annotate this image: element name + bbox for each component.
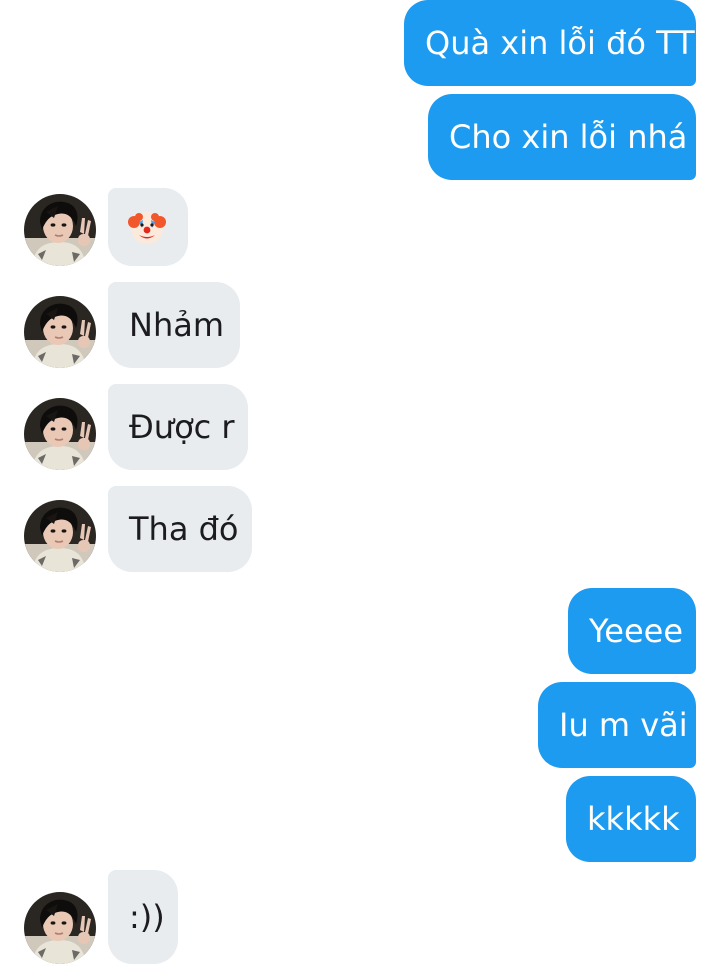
message-text: Nhảm — [129, 306, 224, 344]
message-bubble-incoming[interactable]: Tha đó — [108, 486, 252, 572]
contact-avatar[interactable] — [24, 500, 96, 572]
message-bubble-incoming[interactable]: Nhảm — [108, 282, 240, 368]
message-bubble-incoming[interactable]: Được r — [108, 384, 248, 470]
message-bubble-incoming[interactable] — [108, 188, 188, 266]
message-bubble-outgoing[interactable]: Yeeee — [568, 588, 696, 674]
message-bubble-outgoing[interactable]: Quà xin lỗi đó TT — [404, 0, 696, 86]
message-text: kkkkk — [587, 800, 680, 838]
message-bubble-outgoing[interactable]: Iu m vãi — [538, 682, 696, 768]
contact-avatar[interactable] — [24, 892, 96, 964]
message-text: Yeeee — [589, 612, 684, 650]
message-text: Iu m vãi — [559, 706, 688, 744]
message-bubble-incoming[interactable]: :)) — [108, 870, 178, 964]
message-text: Được r — [129, 408, 235, 446]
message-text: Quà xin lỗi đó TT — [425, 24, 695, 62]
message-text: Tha đó — [129, 510, 239, 548]
message-text: :)) — [129, 898, 165, 936]
contact-avatar[interactable] — [24, 296, 96, 368]
contact-avatar[interactable] — [24, 398, 96, 470]
message-thread: Quà xin lỗi đó TT Cho xin lỗi nhá Nhảm Đ… — [0, 0, 720, 973]
clown-face-emoji — [128, 208, 166, 246]
message-bubble-outgoing[interactable]: Cho xin lỗi nhá — [428, 94, 696, 180]
message-text: Cho xin lỗi nhá — [449, 118, 688, 156]
message-bubble-outgoing[interactable]: kkkkk — [566, 776, 696, 862]
contact-avatar[interactable] — [24, 194, 96, 266]
